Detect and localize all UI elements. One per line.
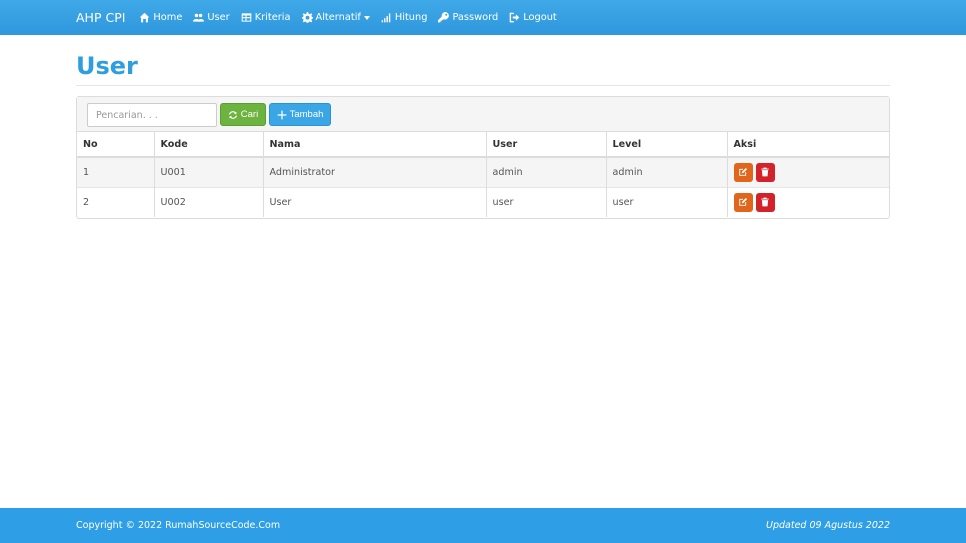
cell-no: 1	[77, 156, 155, 187]
cell-user: admin	[486, 156, 607, 187]
header-aksi: Aksi	[727, 132, 889, 158]
edit-button[interactable]	[733, 192, 753, 212]
gear-icon	[301, 12, 313, 23]
caret-down-icon	[363, 15, 370, 20]
header-kode: Kode	[154, 132, 264, 158]
cell-no: 2	[77, 186, 155, 217]
title-divider	[76, 85, 890, 86]
header-nama: Nama	[263, 132, 487, 158]
key-icon	[438, 12, 450, 23]
brand-link[interactable]: AHP CPI	[76, 10, 125, 25]
trash-icon	[761, 167, 769, 177]
nav-home[interactable]: Home	[139, 12, 182, 23]
delete-button[interactable]	[755, 162, 775, 182]
cell-nama: User	[263, 186, 487, 217]
header-user: User	[486, 132, 607, 158]
nav-kriteria-label: Kriteria	[254, 12, 291, 23]
table-icon	[241, 13, 252, 22]
signal-icon	[381, 13, 391, 23]
header-level: Level	[606, 132, 728, 158]
footer-copyright: Copyright © 2022 RumahSourceCode.Com	[76, 520, 281, 531]
cell-user: user	[486, 186, 607, 217]
nav-alternatif-label: Alternatif	[315, 12, 361, 23]
nav-hitung-label: Hitung	[394, 12, 428, 23]
nav-alternatif-dropdown[interactable]: Alternatif	[301, 12, 370, 23]
search-input[interactable]	[87, 103, 217, 127]
edit-icon	[739, 168, 748, 176]
footer-updated: Updated 09 Agustus 2022	[766, 520, 890, 531]
table-row: 2 U002 User user user	[77, 186, 889, 217]
edit-icon	[739, 198, 748, 206]
users-icon	[193, 13, 205, 22]
cell-kode: U001	[154, 156, 264, 187]
navbar: AHP CPI Home User Kriteria Alternatif Hi…	[0, 0, 966, 35]
nav-logout[interactable]: Logout	[509, 12, 557, 23]
edit-button[interactable]	[733, 162, 753, 182]
cell-aksi	[727, 186, 889, 217]
page-title: User	[76, 52, 138, 80]
plus-icon	[277, 110, 286, 119]
cell-kode: U002	[154, 186, 264, 217]
header-no: No	[77, 132, 155, 158]
tambah-button[interactable]: Tambah	[269, 103, 331, 126]
tambah-label: Tambah	[289, 109, 324, 120]
table-header-row: No Kode Nama User Level Aksi	[77, 132, 889, 158]
nav-user[interactable]: User	[193, 12, 230, 23]
user-table: No Kode Nama User Level Aksi 1 U001 Admi…	[77, 132, 889, 217]
refresh-icon	[228, 110, 237, 119]
cell-level: user	[606, 186, 728, 217]
nav-user-label: User	[207, 12, 230, 23]
nav-hitung[interactable]: Hitung	[381, 12, 428, 23]
toolbar: Cari Tambah	[77, 97, 889, 132]
cell-nama: Administrator	[263, 156, 487, 187]
table-row: 1 U001 Administrator admin admin	[77, 156, 889, 187]
delete-button[interactable]	[755, 192, 775, 212]
cari-button[interactable]: Cari	[220, 103, 266, 126]
trash-icon	[761, 197, 769, 207]
footer: Copyright © 2022 RumahSourceCode.Com Upd…	[0, 508, 966, 543]
cari-label: Cari	[240, 109, 259, 120]
user-panel: Cari Tambah No Kode Nama User Level Aksi…	[76, 96, 890, 219]
nav-kriteria[interactable]: Kriteria	[241, 12, 291, 23]
logout-icon	[509, 12, 520, 23]
nav-logout-label: Logout	[523, 12, 557, 23]
nav-password-label: Password	[452, 12, 499, 23]
cell-aksi	[727, 156, 889, 187]
home-icon	[140, 12, 150, 23]
nav-home-label: Home	[153, 12, 183, 23]
nav-password[interactable]: Password	[438, 12, 498, 23]
cell-level: admin	[606, 156, 728, 187]
